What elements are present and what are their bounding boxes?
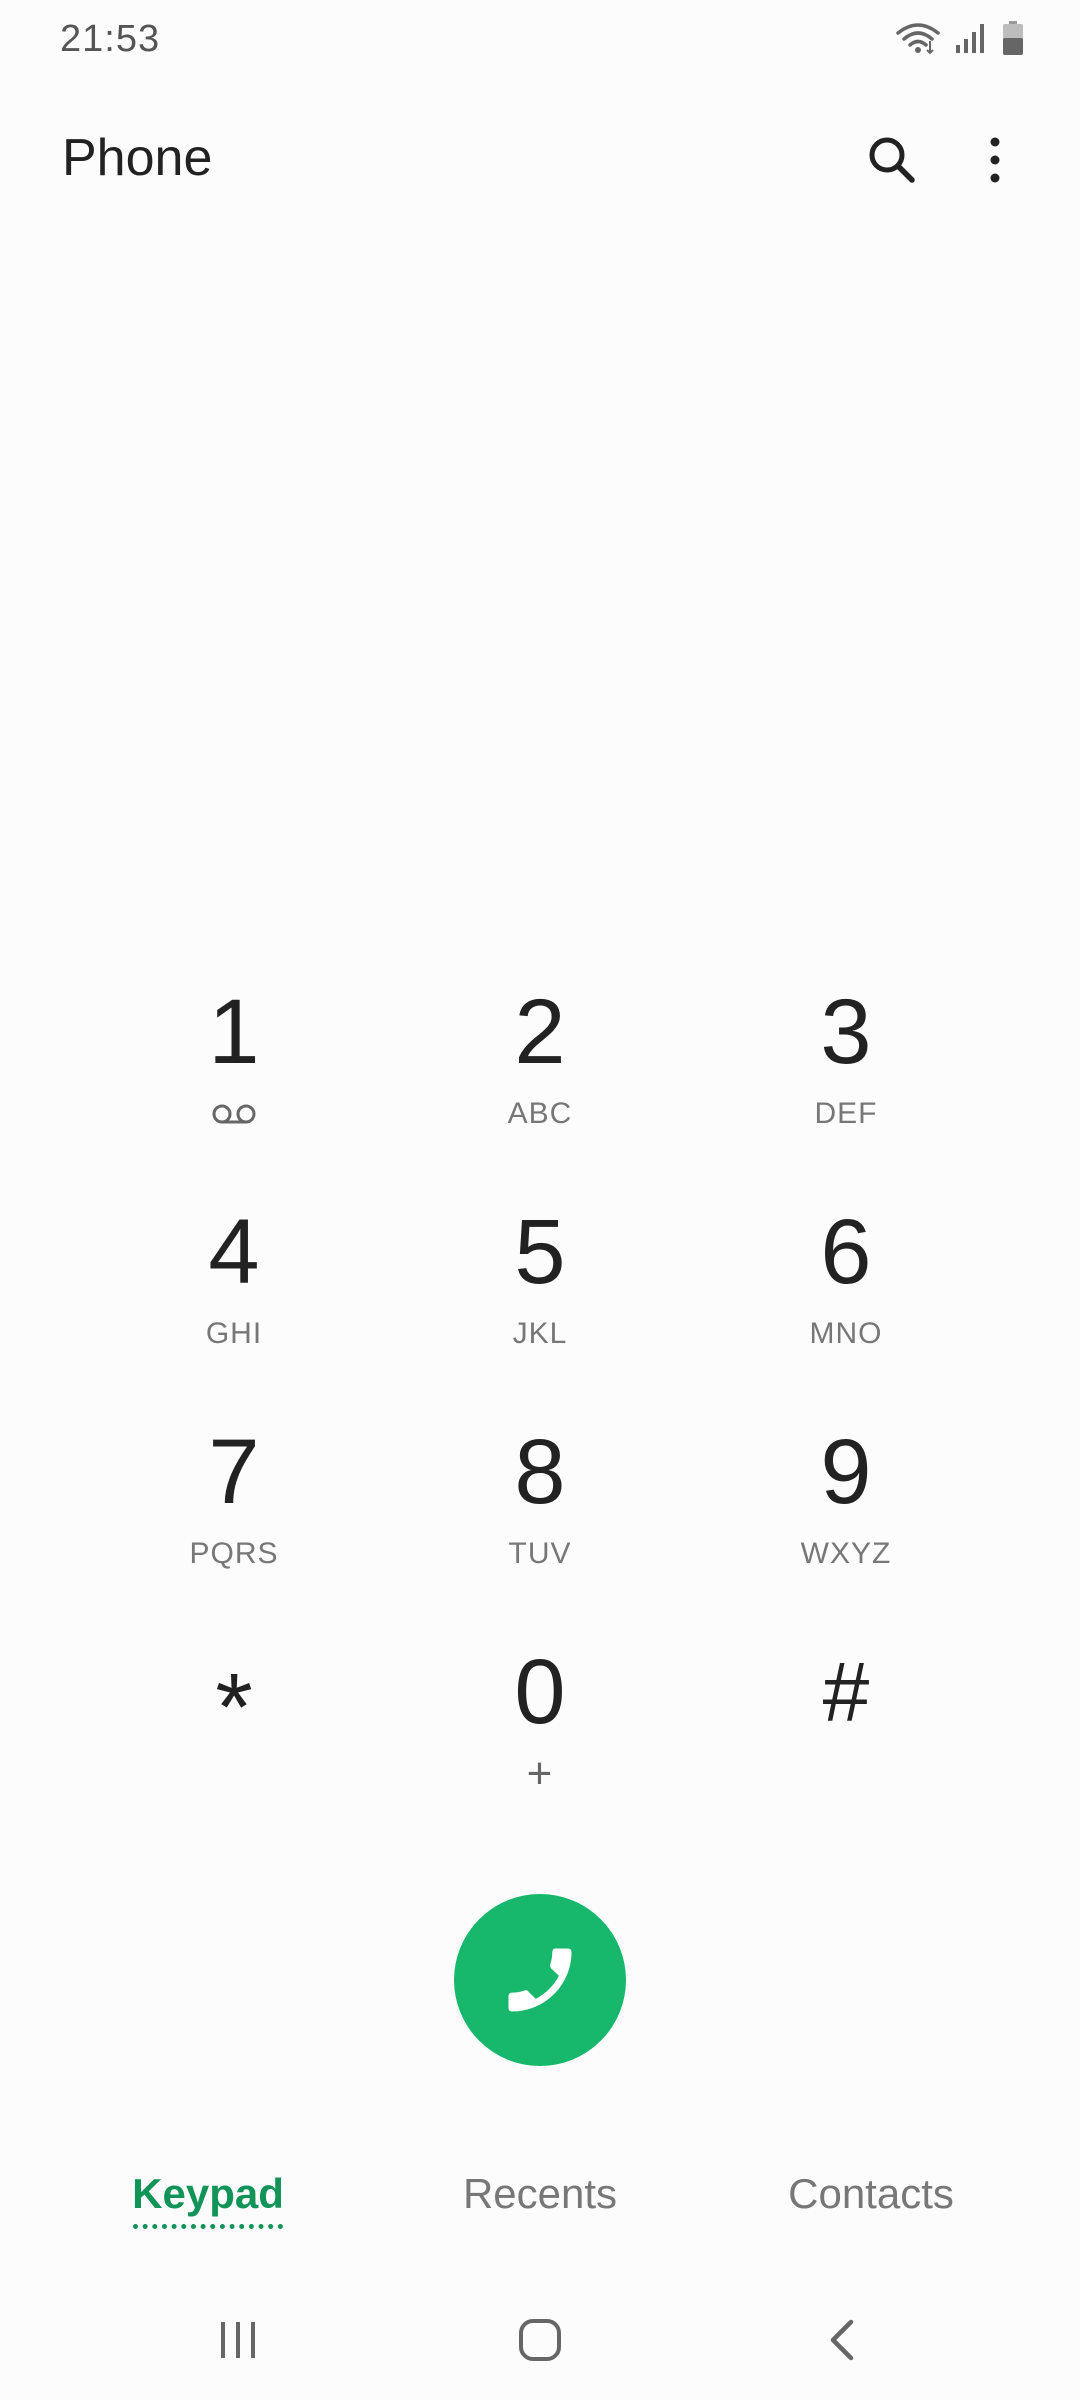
key-sub-label: GHI xyxy=(205,1317,263,1350)
status-time: 21:53 xyxy=(60,18,161,60)
key-sub-label: MNO xyxy=(809,1317,883,1350)
key-digit: 0 xyxy=(514,1641,566,1743)
back-icon xyxy=(830,2319,854,2361)
key-digit: # xyxy=(822,1645,870,1739)
more-options-button[interactable] xyxy=(955,120,1035,200)
more-options-icon xyxy=(990,137,1000,183)
key-1[interactable]: 1 xyxy=(104,960,364,1170)
tab-label: Recents xyxy=(462,2170,618,2217)
key-0[interactable]: 0 + xyxy=(410,1620,670,1830)
key-7[interactable]: 7 PQRS xyxy=(104,1400,364,1610)
key-digit: 4 xyxy=(208,1201,260,1303)
key-3[interactable]: 3 DEF xyxy=(716,960,976,1170)
recent-apps-icon xyxy=(221,2322,255,2358)
tab-keypad[interactable]: Keypad xyxy=(118,2160,298,2270)
key-9[interactable]: 9 WXYZ xyxy=(716,1400,976,1610)
tab-label: Contacts xyxy=(788,2170,954,2217)
search-icon xyxy=(869,137,915,183)
phone-dialer-screen: 21:53 Phone 1 2 ABC 3 DEF 4 GHI 5 JKL 6 … xyxy=(0,0,1080,2400)
key-digit: 2 xyxy=(514,981,566,1083)
active-tab-indicator xyxy=(133,2224,283,2229)
key-hash[interactable]: # xyxy=(716,1620,976,1830)
back-button[interactable] xyxy=(783,2290,903,2390)
voicemail-icon xyxy=(212,1104,256,1124)
search-button[interactable] xyxy=(852,120,932,200)
key-8[interactable]: 8 TUV xyxy=(410,1400,670,1610)
key-digit: 5 xyxy=(514,1201,566,1303)
system-nav-bar xyxy=(0,2290,1080,2400)
key-digit: 1 xyxy=(208,981,260,1083)
key-6[interactable]: 6 MNO xyxy=(716,1180,976,1390)
wifi-icon xyxy=(896,21,940,60)
page-title: Phone xyxy=(62,129,213,187)
key-digit: 8 xyxy=(514,1421,566,1523)
key-sub-label: DEF xyxy=(814,1097,878,1130)
key-sub-label: ABC xyxy=(507,1097,573,1130)
key-digit: 6 xyxy=(820,1201,872,1303)
key-sub-label: TUV xyxy=(508,1537,572,1570)
key-sub-label: + xyxy=(526,1749,554,1798)
signal-icon xyxy=(954,21,988,60)
app-bar: Phone xyxy=(0,110,1080,210)
key-digit: 3 xyxy=(820,981,872,1083)
key-digit: 7 xyxy=(208,1421,260,1523)
tab-recents[interactable]: Recents xyxy=(440,2160,640,2270)
tab-contacts[interactable]: Contacts xyxy=(766,2160,976,2270)
status-icons xyxy=(896,20,1024,60)
bottom-tabs: Keypad Recents Contacts xyxy=(0,2160,1080,2270)
key-digit: 9 xyxy=(820,1421,872,1523)
key-star[interactable]: * xyxy=(104,1620,364,1830)
key-5[interactable]: 5 JKL xyxy=(410,1180,670,1390)
home-button[interactable] xyxy=(480,2290,600,2390)
home-icon xyxy=(519,2319,561,2361)
call-button[interactable] xyxy=(454,1894,626,2066)
key-digit: * xyxy=(215,1654,253,1761)
key-sub-label: WXYZ xyxy=(800,1537,892,1570)
recent-apps-button[interactable] xyxy=(178,2290,298,2390)
key-2[interactable]: 2 ABC xyxy=(410,960,670,1170)
phone-icon xyxy=(508,1948,572,2012)
key-sub-label: PQRS xyxy=(189,1537,279,1570)
battery-icon xyxy=(1002,20,1024,61)
key-4[interactable]: 4 GHI xyxy=(104,1180,364,1390)
status-bar: 21:53 xyxy=(0,0,1080,80)
tab-label: Keypad xyxy=(132,2170,284,2217)
key-sub-label xyxy=(211,1094,257,1134)
key-sub-label: JKL xyxy=(512,1317,568,1350)
